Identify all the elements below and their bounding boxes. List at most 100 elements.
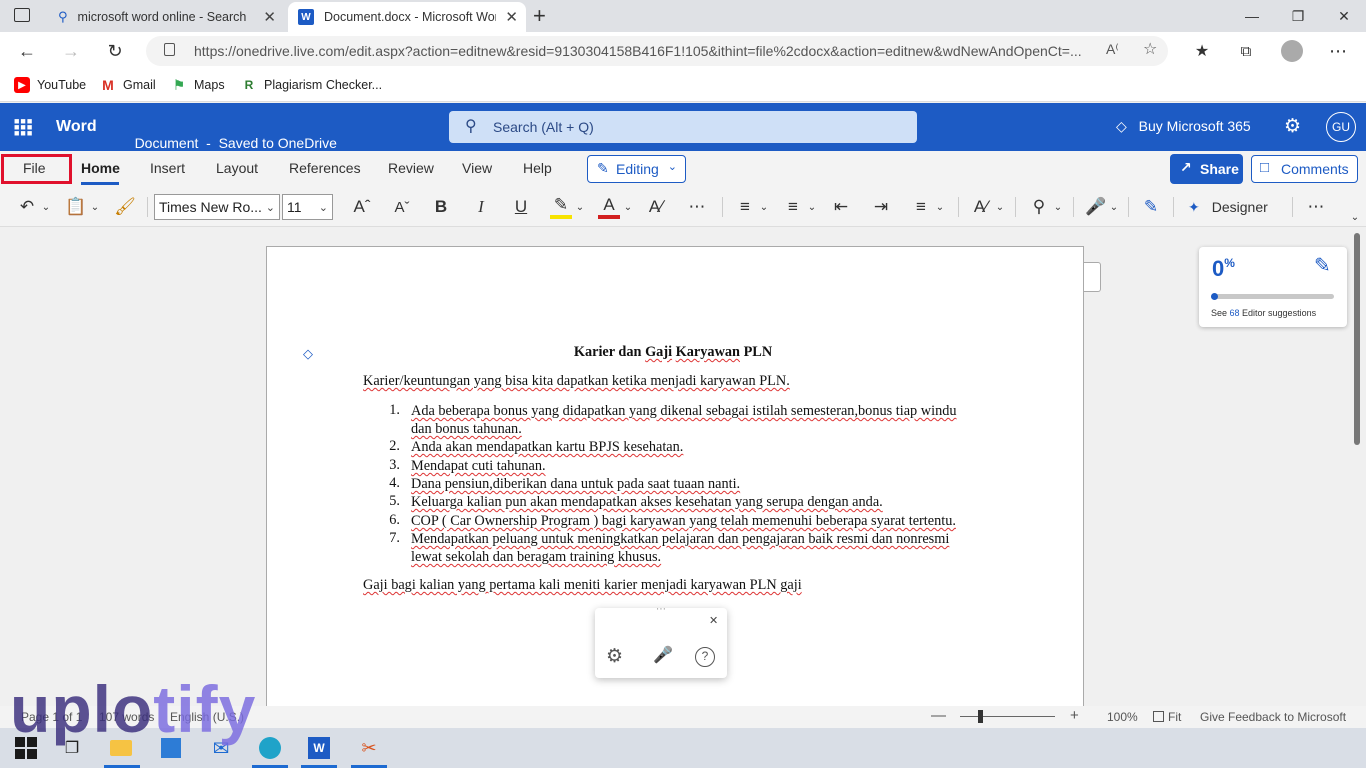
grow-font-icon[interactable]: Aˆ <box>350 195 374 219</box>
help-icon[interactable]: ? <box>695 647 715 667</box>
decrease-indent-icon[interactable]: ⇤ <box>830 195 852 219</box>
add-favorite-icon[interactable]: ☆ <box>1143 39 1157 59</box>
read-aloud-icon[interactable]: A⁽ <box>1106 41 1119 58</box>
tab-insert[interactable]: Insert <box>150 160 185 176</box>
bullets-icon[interactable]: ≡ <box>734 195 756 219</box>
clear-formatting-icon[interactable]: A∕ <box>645 195 667 219</box>
font-color-icon[interactable]: A <box>598 195 620 219</box>
chevron-down-icon[interactable]: ⌄ <box>758 195 770 219</box>
format-painter-icon[interactable]: 🖌 <box>114 195 136 219</box>
tab-view[interactable]: View <box>462 160 492 176</box>
feedback-link[interactable]: Give Feedback to Microsoft <box>1200 710 1346 724</box>
chevron-down-icon[interactable]: ⌄ <box>934 195 946 219</box>
dictate-microphone-icon[interactable]: 🎤 <box>1085 195 1107 219</box>
chevron-down-icon[interactable]: ⌄ <box>994 195 1006 219</box>
collapse-ribbon-icon[interactable]: ⌄ <box>1348 205 1362 229</box>
more-options-icon[interactable]: ⋯ <box>1305 195 1327 219</box>
profile-icon[interactable] <box>1277 36 1307 66</box>
list-item[interactable]: Keluarga kalian pun akan mendapatkan aks… <box>411 493 991 511</box>
undo-icon[interactable]: ↶ <box>16 195 38 219</box>
tab-review[interactable]: Review <box>388 160 434 176</box>
intro-paragraph[interactable]: Karier/keuntungan yang bisa kita dapatka… <box>363 373 790 390</box>
tab-help[interactable]: Help <box>523 160 552 176</box>
bookmark-maps[interactable]: ⚑ Maps <box>171 77 225 93</box>
zoom-in-button[interactable]: + <box>1070 707 1079 724</box>
underline-icon[interactable]: U <box>510 195 532 219</box>
address-bar[interactable]: https://onedrive.live.com/edit.aspx?acti… <box>146 36 1168 66</box>
more-icon[interactable]: ⋯ <box>1323 36 1353 66</box>
app-launcher-icon[interactable]: ■■■ ■■■ ■■■ <box>14 117 32 138</box>
editor-suggestions-link[interactable]: See 68 Editor suggestions <box>1211 308 1316 318</box>
list-item[interactable]: Anda akan mendapatkan kartu BPJS kesehat… <box>411 438 991 456</box>
list-item[interactable]: Mendapat cuti tahunan. <box>411 457 991 475</box>
font-name-dropdown[interactable]: Times New Ro... ⌄ <box>154 194 280 220</box>
zoom-slider[interactable] <box>960 710 1055 723</box>
document-title[interactable]: Karier dan Gaji Karyawan PLN <box>363 344 983 361</box>
snipping-tool-icon[interactable]: ✂ <box>355 734 383 762</box>
highlight-icon[interactable]: ✎ <box>550 195 572 219</box>
clipboard-icon[interactable]: 📋 <box>65 195 86 219</box>
app-name[interactable]: Word <box>56 118 97 136</box>
bold-icon[interactable]: B <box>430 195 452 219</box>
new-tab-button[interactable]: + <box>533 3 546 29</box>
word-app-icon[interactable]: W <box>305 734 333 762</box>
url-text[interactable]: https://onedrive.live.com/edit.aspx?acti… <box>194 43 1094 59</box>
bookmark-gmail[interactable]: M Gmail <box>100 77 156 93</box>
dictation-settings-gear-icon[interactable]: ⚙ <box>606 645 623 668</box>
bookmark-plagiarism[interactable]: R Plagiarism Checker... <box>241 77 382 93</box>
vertical-scrollbar[interactable] <box>1352 228 1366 706</box>
close-icon[interactable]: ✕ <box>709 614 718 627</box>
increase-indent-icon[interactable]: ⇥ <box>870 195 892 219</box>
buy-microsoft-365-button[interactable]: ◇ Buy Microsoft 365 <box>1116 118 1251 135</box>
align-icon[interactable]: ≡ <box>910 195 932 219</box>
scrollbar-thumb[interactable] <box>1354 233 1360 445</box>
settings-gear-icon[interactable]: ⚙ <box>1284 115 1301 138</box>
chevron-down-icon[interactable]: ⌄ <box>1108 195 1120 219</box>
list-item[interactable]: COP ( Car Ownership Program ) bagi karya… <box>411 512 991 530</box>
zoom-level[interactable]: 100% <box>1107 710 1138 724</box>
chevron-down-icon[interactable]: ⌄ <box>1052 195 1064 219</box>
bookmark-youtube[interactable]: ▶ YouTube <box>14 77 86 93</box>
zoom-out-button[interactable]: — <box>931 707 946 724</box>
restore-button[interactable]: ❐ <box>1275 0 1321 32</box>
refresh-button[interactable]: ↻ <box>100 36 130 66</box>
tab-actions-icon[interactable] <box>14 8 30 22</box>
share-button[interactable]: ↗ Share <box>1170 154 1243 184</box>
styles-icon[interactable]: A⁄ <box>970 195 992 219</box>
chevron-down-icon[interactable]: ⌄ <box>622 195 634 219</box>
editor-pen-icon[interactable]: ✎ <box>1140 195 1162 219</box>
designer-button[interactable]: ✦ Designer <box>1188 195 1280 219</box>
italic-icon[interactable]: I <box>470 195 492 219</box>
microphone-icon[interactable]: 🎤 <box>653 645 673 665</box>
list-item[interactable]: Ada beberapa bonus yang didapatkan yang … <box>411 402 991 438</box>
editor-score-panel[interactable]: 0% ✎ See 68 Editor suggestions <box>1199 247 1347 327</box>
font-size-dropdown[interactable]: 11 ⌄ <box>282 194 333 220</box>
edge-browser-icon[interactable] <box>256 734 284 762</box>
list-item[interactable]: Dana pensiun,diberikan dana untuk pada s… <box>411 475 991 493</box>
chevron-down-icon[interactable]: ⌄ <box>89 195 101 219</box>
closing-paragraph[interactable]: Gaji bagi kalian yang pertama kali menit… <box>363 577 802 594</box>
forward-button[interactable]: → <box>56 36 86 66</box>
search-input[interactable]: ⚲ Search (Alt + Q) <box>449 111 917 143</box>
avatar[interactable]: GU <box>1326 112 1356 142</box>
close-tab-icon[interactable]: ✕ <box>263 8 276 26</box>
tab-file[interactable]: File <box>23 160 46 176</box>
find-icon[interactable]: ⚲ <box>1028 195 1050 219</box>
chevron-down-icon[interactable]: ⌄ <box>574 195 586 219</box>
browser-tab-document[interactable]: W Document.docx - Microsoft Word ✕ <box>288 2 526 32</box>
tab-layout[interactable]: Layout <box>216 160 258 176</box>
chevron-down-icon[interactable]: ⌄ <box>806 195 818 219</box>
tab-home[interactable]: Home <box>81 160 120 176</box>
close-window-button[interactable]: ✕ <box>1321 0 1366 32</box>
fit-button[interactable]: Fit <box>1153 710 1181 724</box>
chevron-down-icon[interactable]: ⌄ <box>40 195 52 219</box>
browser-tab-search[interactable]: ⚲ microsoft word online - Search ✕ <box>48 2 284 32</box>
editing-mode-button[interactable]: ✎ Editing ⌄ <box>587 155 686 183</box>
close-tab-icon[interactable]: ✕ <box>505 8 518 26</box>
back-button[interactable]: ← <box>12 36 42 66</box>
shrink-font-icon[interactable]: Aˇ <box>390 195 414 219</box>
minimize-button[interactable]: — <box>1229 0 1275 32</box>
collections-icon[interactable]: ⧉ <box>1231 36 1261 66</box>
drag-handle-icon[interactable]: ⋯ <box>656 604 666 615</box>
tab-references[interactable]: References <box>289 160 361 176</box>
